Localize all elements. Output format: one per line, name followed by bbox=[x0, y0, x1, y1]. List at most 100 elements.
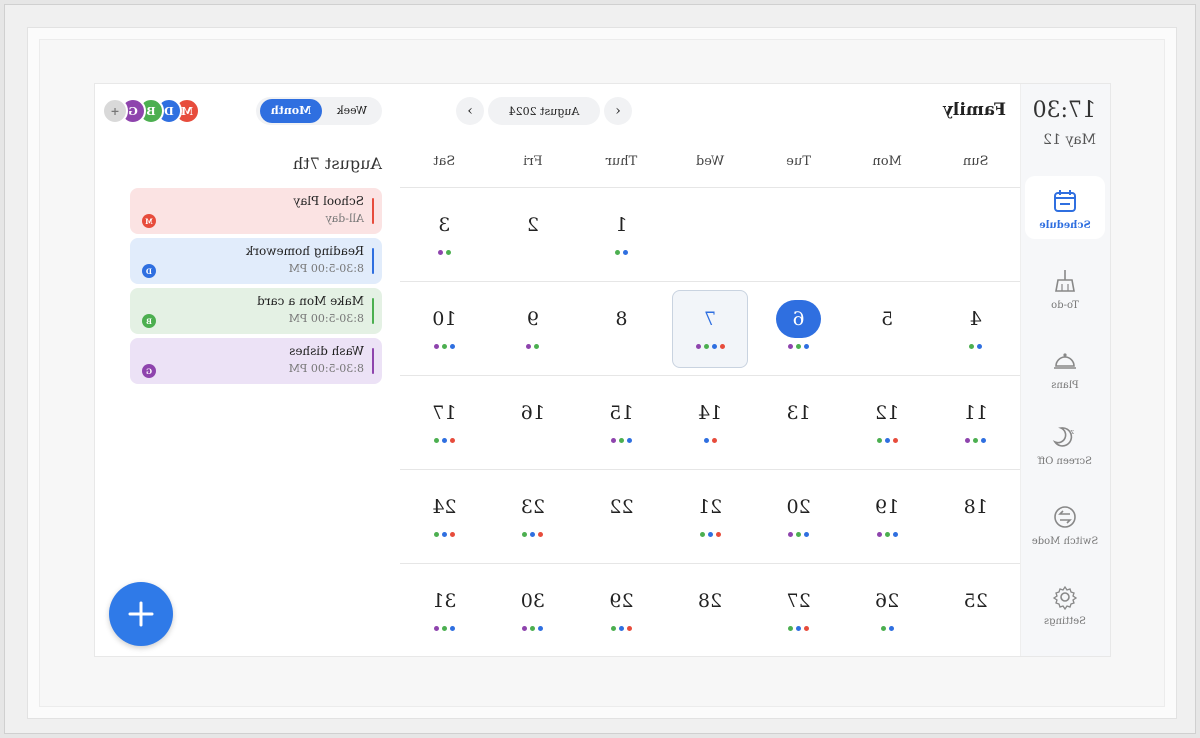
sidebar-item-schedule[interactable]: Schedule bbox=[1025, 176, 1105, 239]
event-time: 8:30-5:00 PM bbox=[288, 262, 364, 275]
event-item[interactable]: Make Mon a card 8:30-5:00 PM B bbox=[130, 288, 382, 334]
day-cell[interactable]: 9 bbox=[489, 282, 578, 376]
event-dot bbox=[804, 344, 810, 349]
sidebar-item-label: Screen Off bbox=[1038, 456, 1092, 467]
view-toggle: Week Month bbox=[256, 97, 382, 125]
day-cell[interactable]: 13 bbox=[754, 376, 843, 470]
day-cell[interactable]: 17 bbox=[400, 376, 489, 470]
day-cell[interactable]: 26 bbox=[843, 564, 932, 656]
sidebar-item-todo[interactable]: To-do bbox=[1025, 264, 1105, 311]
event-dot bbox=[695, 344, 701, 349]
day-cell[interactable]: 1 bbox=[577, 188, 666, 282]
day-cell[interactable]: 8 bbox=[577, 282, 666, 376]
day-cell[interactable]: 6 bbox=[754, 282, 843, 376]
event-time: 8:30-5:00 PM bbox=[288, 312, 364, 325]
day-cell[interactable]: 25 bbox=[931, 564, 1020, 656]
agenda-date: August 7th bbox=[292, 154, 382, 173]
week-view-button[interactable]: Week bbox=[326, 99, 378, 123]
event-dot bbox=[796, 344, 802, 349]
event-dots bbox=[754, 344, 843, 350]
day-number: 9 bbox=[526, 308, 539, 330]
event-dot bbox=[449, 532, 455, 537]
event-owner-badge: B bbox=[142, 314, 156, 328]
day-number: 4 bbox=[969, 308, 982, 330]
sidebar-item-settings[interactable]: Settings bbox=[1025, 580, 1105, 627]
sidebar-item-screen-off[interactable]: z Screen Off bbox=[1025, 420, 1105, 467]
day-cell[interactable]: 14 bbox=[666, 376, 755, 470]
event-dot bbox=[530, 626, 536, 631]
event-dot bbox=[449, 344, 455, 349]
day-cell[interactable]: 19 bbox=[843, 470, 932, 564]
day-cell[interactable]: 2 bbox=[489, 188, 578, 282]
sidebar: 17:30 May 12 Schedule To-do Plans z Scre… bbox=[1020, 84, 1110, 656]
broom-icon bbox=[1048, 264, 1082, 298]
event-dot bbox=[522, 626, 528, 631]
day-cell[interactable]: 7 bbox=[666, 282, 755, 376]
week-row: 1 2 3 bbox=[400, 187, 1020, 281]
next-month-button[interactable]: › bbox=[456, 97, 484, 125]
month-view-button[interactable]: Month bbox=[260, 99, 322, 123]
add-event-button[interactable] bbox=[109, 582, 173, 646]
month-label[interactable]: August 2024 bbox=[488, 97, 600, 125]
day-cell[interactable]: 11 bbox=[931, 376, 1020, 470]
event-dot bbox=[441, 626, 447, 631]
day-cell[interactable]: 5 bbox=[843, 282, 932, 376]
svg-text:z: z bbox=[1070, 428, 1074, 436]
event-dots bbox=[843, 626, 932, 632]
event-dot bbox=[699, 532, 705, 537]
event-owner-badge: G bbox=[142, 364, 156, 378]
day-cell[interactable]: 31 bbox=[400, 564, 489, 656]
event-item[interactable]: School Play All-day M bbox=[130, 188, 382, 234]
sidebar-item-label: Schedule bbox=[1039, 220, 1091, 231]
day-cell[interactable]: 24 bbox=[400, 470, 489, 564]
day-cell[interactable]: 12 bbox=[843, 376, 932, 470]
event-dot bbox=[876, 438, 882, 443]
calendar: Family ‹ August 2024 › Sun Mon Tue Wed T… bbox=[400, 84, 1020, 656]
day-cell[interactable]: 10 bbox=[400, 282, 489, 376]
cloche-icon bbox=[1048, 344, 1082, 378]
day-cell[interactable]: 15 bbox=[577, 376, 666, 470]
day-cell[interactable]: 21 bbox=[666, 470, 755, 564]
event-accent bbox=[372, 298, 374, 324]
day-cell[interactable]: 30 bbox=[489, 564, 578, 656]
event-dot bbox=[711, 344, 717, 349]
event-dots bbox=[577, 250, 666, 256]
event-dot bbox=[884, 438, 890, 443]
weekday-label: Sun bbox=[962, 154, 989, 169]
day-cell[interactable]: 27 bbox=[754, 564, 843, 656]
day-number: 14 bbox=[697, 402, 723, 424]
event-dot bbox=[888, 626, 894, 631]
event-item[interactable]: Reading homework 8:30-5:00 PM D bbox=[130, 238, 382, 284]
day-cell[interactable]: 16 bbox=[489, 376, 578, 470]
event-dots bbox=[400, 532, 489, 538]
prev-month-button[interactable]: ‹ bbox=[604, 97, 632, 125]
day-cell[interactable]: 3 bbox=[400, 188, 489, 282]
day-number: 8 bbox=[615, 308, 628, 330]
day-number: 13 bbox=[786, 402, 811, 424]
calendar-title: Family bbox=[943, 100, 1006, 120]
sidebar-item-label: To-do bbox=[1051, 300, 1079, 311]
add-member-button[interactable]: + bbox=[102, 98, 128, 124]
event-item[interactable]: Wash dishes 8:30-5:00 PM G bbox=[130, 338, 382, 384]
day-number: 31 bbox=[432, 590, 457, 612]
week-row: 4 5 6 7 8 9 10 bbox=[400, 281, 1020, 375]
current-date: May 12 bbox=[1043, 132, 1096, 148]
day-number: 22 bbox=[609, 496, 634, 518]
day-cell[interactable]: 18 bbox=[931, 470, 1020, 564]
sidebar-item-switch-mode[interactable]: Switch Mode bbox=[1025, 500, 1105, 547]
day-cell[interactable]: 23 bbox=[489, 470, 578, 564]
day-cell[interactable]: 22 bbox=[577, 470, 666, 564]
sidebar-item-plans[interactable]: Plans bbox=[1025, 344, 1105, 391]
event-owner-badge: D bbox=[142, 264, 156, 278]
day-cell[interactable]: 20 bbox=[754, 470, 843, 564]
day-cell[interactable]: 29 bbox=[577, 564, 666, 656]
event-dots bbox=[489, 532, 578, 538]
event-dot bbox=[707, 532, 713, 537]
day-number: 26 bbox=[875, 590, 900, 612]
sidebar-item-label: Settings bbox=[1044, 616, 1086, 627]
day-cell[interactable]: 28 bbox=[666, 564, 755, 656]
event-dot bbox=[433, 532, 439, 537]
event-accent bbox=[372, 248, 374, 274]
day-cell[interactable]: 4 bbox=[931, 282, 1020, 376]
event-owner-badge: M bbox=[142, 214, 156, 228]
